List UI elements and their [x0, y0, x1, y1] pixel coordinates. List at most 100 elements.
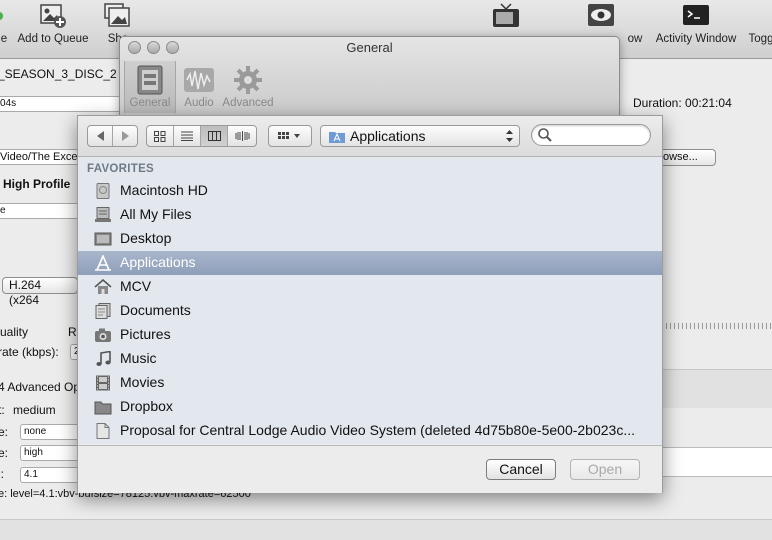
tune-label: e:: [0, 425, 9, 439]
sidebar-item-label: Macintosh HD: [120, 182, 208, 198]
arrange-button[interactable]: [269, 126, 311, 146]
hard-disk-icon: [96, 183, 110, 199]
sidebar-item-label: Dropbox: [120, 398, 173, 414]
preset-name: High Profile: [3, 177, 71, 191]
tab-audio-label: Audio: [184, 97, 214, 109]
open-panel-toolbar: Applications: [78, 116, 662, 157]
sidebar-item-applications[interactable]: Applications: [78, 251, 662, 275]
arrange-grid-icon: [278, 132, 300, 139]
level-select[interactable]: 4.1: [20, 467, 81, 483]
sidebar-item-label: All My Files: [120, 206, 192, 222]
sidebar-item-label: Movies: [120, 374, 165, 390]
cancel-button[interactable]: Cancel: [486, 459, 556, 480]
sidebar-item-label: Proposal for Central Lodge Audio Video S…: [120, 422, 635, 438]
open-button[interactable]: Open: [570, 459, 640, 480]
preferences-title: General: [346, 40, 393, 55]
applications-folder-icon: [329, 132, 345, 143]
icon-view-button[interactable]: [147, 126, 174, 146]
home-icon: [94, 279, 112, 294]
back-button[interactable]: [88, 126, 113, 146]
browse-button[interactable]: owse...: [656, 149, 716, 166]
tab-advanced[interactable]: Advanced: [220, 61, 276, 113]
additional-options-field-edge[interactable]: [661, 447, 772, 477]
add-to-queue-label: Add to Queue: [17, 33, 89, 45]
toggle-label: Togg: [748, 33, 772, 45]
terminal-icon: [683, 5, 709, 25]
sidebar-item-all-my-files[interactable]: All My Files: [78, 203, 662, 227]
sidebar-item-desktop[interactable]: Desktop: [78, 227, 662, 251]
duration-field[interactable]: 04s: [0, 96, 125, 112]
activity-window-button[interactable]: Activity Window: [650, 2, 742, 45]
back-arrow-icon: [96, 131, 104, 141]
preview-window-button[interactable]: [584, 2, 618, 33]
forward-button[interactable]: [113, 126, 137, 146]
favorites-sidebar: FAVORITES Macintosh HD All My Files Desk…: [78, 157, 662, 444]
audio-prefs-icon: [184, 68, 214, 92]
sidebar-item-pictures[interactable]: Pictures: [78, 323, 662, 347]
advanced-options-label: 4 Advanced Op: [0, 380, 81, 394]
destination-field[interactable]: Video/The Exce: [0, 149, 81, 165]
activity-window-label: Activity Window: [655, 33, 737, 45]
favorites-header: FAVORITES: [87, 163, 155, 175]
search-field[interactable]: [531, 124, 651, 146]
folder-icon: [94, 401, 112, 415]
desktop-icon: [94, 232, 112, 246]
cover-flow-icon: [235, 131, 249, 141]
profile-label: e:: [0, 446, 9, 460]
add-to-queue-button[interactable]: Add to Queue: [14, 2, 92, 45]
source-title: _SEASON_3_DISC_2: [0, 67, 117, 81]
preset-value: medium: [13, 403, 56, 417]
quality-label: uality: [0, 325, 29, 339]
list-view-button[interactable]: [174, 126, 201, 146]
tab-audio[interactable]: Audio: [174, 61, 224, 113]
arrange-control[interactable]: [268, 125, 312, 147]
documents-icon: [95, 303, 111, 319]
sidebar-item-label: Documents: [120, 302, 191, 318]
toggle-button[interactable]: Togg: [746, 33, 772, 45]
status-bar: [0, 519, 772, 540]
sidebar-item-macintosh-hd[interactable]: Macintosh HD: [78, 179, 662, 203]
format-select[interactable]: e: [0, 203, 81, 219]
sidebar-item-mcv[interactable]: MCV: [78, 275, 662, 299]
chevron-updown-icon: [506, 130, 513, 142]
tv-button[interactable]: [488, 2, 524, 33]
document-icon: [96, 423, 110, 439]
applications-icon: [95, 255, 111, 271]
rf-label: R: [68, 325, 77, 339]
sidebar-item-label: Pictures: [120, 326, 171, 342]
show-queue-icon: [104, 3, 130, 27]
sidebar-item-dropbox[interactable]: Dropbox: [78, 395, 662, 419]
tab-general-label: General: [129, 97, 171, 109]
list-view-icon: [181, 131, 193, 141]
sidebar-item-documents[interactable]: Documents: [78, 299, 662, 323]
add-to-queue-icon: [40, 4, 66, 28]
location-popup[interactable]: Applications: [320, 125, 520, 147]
toolbar-start-label: e: [0, 33, 8, 45]
tab-general[interactable]: General: [124, 61, 176, 113]
tune-select[interactable]: none: [20, 424, 81, 440]
sidebar-item-label: Music: [120, 350, 157, 366]
toolbar-start-button[interactable]: e: [0, 2, 14, 45]
film-icon: [96, 375, 110, 391]
icon-view-icon: [154, 130, 166, 142]
preview-window-icon: [588, 4, 614, 26]
gear-icon: [234, 66, 262, 94]
video-codec-select[interactable]: H.264 (x264: [2, 277, 78, 307]
profile-select[interactable]: high: [20, 445, 81, 461]
open-panel-sheet: Applications FAVORITES Macintosh HD All …: [77, 115, 663, 493]
sidebar-item-proposal[interactable]: Proposal for Central Lodge Audio Video S…: [78, 419, 662, 443]
duration-label: Duration: 00:21:04: [633, 96, 732, 110]
sidebar-item-label: Desktop: [120, 230, 172, 246]
sidebar-item-movies[interactable]: Movies: [78, 371, 662, 395]
start-icon: [0, 11, 4, 21]
search-icon: [538, 128, 552, 142]
sidebar-item-music[interactable]: Music: [78, 347, 662, 371]
rf-slider-ticks[interactable]: [662, 323, 772, 329]
music-note-icon: [96, 351, 111, 366]
level-label: l:: [0, 467, 4, 481]
back-forward-control: [87, 125, 138, 147]
column-view-button[interactable]: [201, 126, 228, 146]
location-label: Applications: [350, 128, 426, 144]
cover-flow-button[interactable]: [228, 126, 256, 146]
preview-window-label-wrap: ow: [622, 33, 648, 45]
